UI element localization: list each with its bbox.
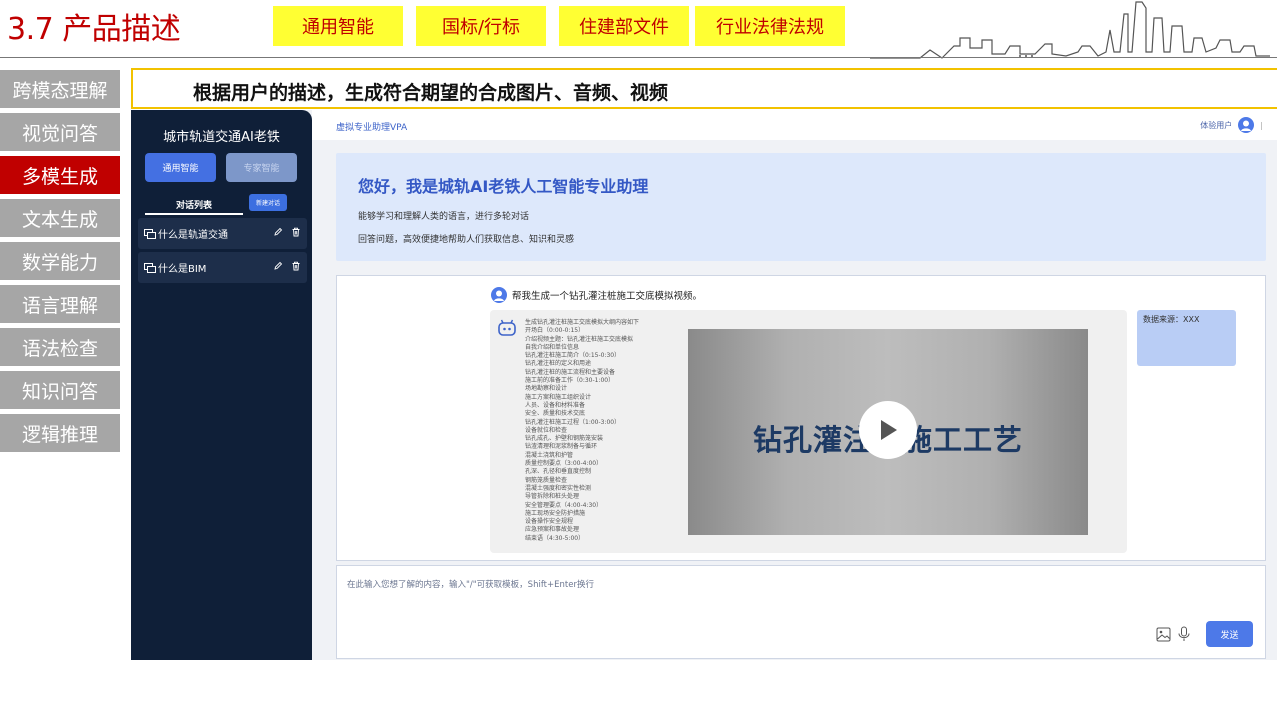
user-question-row: 帮我生成一个钻孔灌注桩施工交底模拟视频。 [491, 287, 702, 303]
image-upload-icon[interactable] [1156, 627, 1171, 642]
conversation-title: 什么是BIM [158, 264, 207, 275]
edit-icon[interactable] [273, 227, 283, 237]
user-label: 体验用户 [1200, 120, 1233, 130]
outline-line: 钢筋笼质量检查 [525, 476, 568, 484]
page-title: 3.7 产品描述 [7, 12, 181, 47]
data-source-card: 数据来源：XXX [1137, 310, 1236, 366]
welcome-line-1: 能够学习和理解人类的语言，进行多轮对话 [358, 212, 530, 222]
welcome-card: 您好，我是城轨AI老铁人工智能专业助理 能够学习和理解人类的语言，进行多轮对话 … [336, 153, 1266, 261]
trash-icon[interactable] [291, 227, 301, 237]
new-chat-button[interactable]: 新建对话 [249, 194, 287, 211]
welcome-line-2: 回答问题，高效便捷地帮助人们获取信息、知识和灵感 [358, 235, 575, 245]
outline-line: 安全、质量和技术交底 [525, 410, 586, 418]
user-menu[interactable]: 体验用户 | [1200, 117, 1263, 133]
app-screenshot: 城市轨道交通AI老铁 通用智能 专家智能 对话列表 新建对话 什么是轨道交通 什… [131, 110, 1277, 660]
sidebar-item-text-generation[interactable]: 文本生成 [0, 199, 120, 237]
play-button[interactable] [859, 401, 917, 459]
app-topbar: 虚拟专业助理VPA 体验用户 | [312, 110, 1277, 140]
user-avatar-icon [491, 287, 507, 303]
mode-general-button[interactable]: 通用智能 [145, 153, 216, 182]
chat-area: 帮我生成一个钻孔灌注桩施工交底模拟视频。 生成钻孔灌注桩施工交底模拟大纲内容如下… [336, 275, 1266, 561]
tag-ministry-docs[interactable]: 住建部文件 [559, 6, 689, 46]
sidebar-item-visual-qa[interactable]: 视觉问答 [0, 113, 120, 151]
sidebar-item-cross-modal[interactable]: 跨模态理解 [0, 70, 120, 108]
divider-bar: | [1260, 120, 1263, 130]
mode-expert-button[interactable]: 专家智能 [226, 153, 297, 182]
outline-line: 钻孔灌注桩的定义和用途 [525, 360, 592, 368]
sidebar-item-knowledge-qa[interactable]: 知识问答 [0, 371, 120, 409]
tag-national-standard[interactable]: 国标/行标 [416, 6, 546, 46]
panel-title: 城市轨道交通AI老铁 [163, 130, 280, 145]
outline-line: 钻渣清理和泥浆制备与循环 [525, 443, 598, 451]
outline-line: 施工方案和施工组织设计 [525, 393, 592, 401]
input-placeholder: 在此输入您想了解的内容，输入"/"可获取模板，Shift+Enter换行 [347, 580, 594, 590]
sidebar-item-math[interactable]: 数学能力 [0, 242, 120, 280]
conversation-panel: 城市轨道交通AI老铁 通用智能 专家智能 对话列表 新建对话 什么是轨道交通 什… [131, 110, 312, 660]
outline-line: 自我介绍和单位信息 [525, 343, 580, 351]
tab-underline [145, 213, 243, 215]
outline-line: 应急预案和事故处理 [525, 526, 580, 534]
sidebar-item-multimodal-generation[interactable]: 多模生成 [0, 156, 120, 194]
tab-conversation-list[interactable]: 对话列表 [145, 198, 243, 211]
answer-outline: 生成钻孔灌注桩施工交底模拟大纲内容如下 开场白（0:00-0:15） 介绍视频主题：… [525, 319, 675, 543]
outline-line: 介绍视频主题：钻孔灌注桩施工交底模拟 [525, 335, 634, 343]
outline-line: 安全管理要点（4:00-4:30） [525, 501, 603, 509]
conversation-item[interactable]: 什么是BIM [138, 252, 307, 283]
edit-icon[interactable] [273, 261, 283, 271]
welcome-title: 您好，我是城轨AI老铁人工智能专业助理 [358, 177, 649, 196]
tag-general-ai[interactable]: 通用智能 [273, 6, 403, 46]
outline-line: 开场白（0:00-0:15） [525, 327, 585, 335]
robot-icon [498, 319, 516, 336]
video-player[interactable]: 钻孔灌注桩施工工艺 [688, 329, 1088, 535]
conversation-title: 什么是轨道交通 [158, 230, 228, 241]
sidebar-item-grammar-check[interactable]: 语法检查 [0, 328, 120, 366]
header-divider [0, 57, 1277, 58]
chat-input[interactable]: 在此输入您想了解的内容，输入"/"可获取模板，Shift+Enter换行 发送 [336, 565, 1266, 659]
subtitle: 根据用户的描述，生成符合期望的合成图片、音频、视频 [193, 82, 669, 104]
tag-industry-law[interactable]: 行业法律法规 [695, 6, 845, 46]
outline-line: 设备就位和检查 [525, 426, 568, 434]
outline-line: 钻孔灌注桩的施工流程和主要设备 [525, 368, 616, 376]
sidebar-item-language-understanding[interactable]: 语言理解 [0, 285, 120, 323]
outline-line: 施工现场安全防护措施 [525, 509, 586, 517]
outline-line: 场地勘察和设计 [525, 385, 568, 393]
outline-line: 导管拆除和桩头处理 [525, 493, 580, 501]
outline-line: 钻孔灌注桩施工过程（1:00-3:00） [525, 418, 621, 426]
trash-icon[interactable] [291, 261, 301, 271]
conversation-item[interactable]: 什么是轨道交通 [138, 218, 307, 249]
input-tools: 发送 [1156, 621, 1253, 647]
city-skyline-decoration [870, 1, 1270, 59]
outline-line: 孔深、孔径和垂直度控制 [525, 468, 592, 476]
outline-line: 混凝土浇筑和护管 [525, 451, 574, 459]
chat-bubble-icon [144, 228, 156, 239]
outline-line: 结束语（4:30-5:00） [525, 534, 585, 542]
user-question: 帮我生成一个钻孔灌注桩施工交底模拟视频。 [512, 291, 703, 302]
brand-label: 虚拟专业助理VPA [336, 123, 408, 133]
sidebar-item-logic-reasoning[interactable]: 逻辑推理 [0, 414, 120, 452]
play-icon [881, 420, 897, 440]
avatar-icon [1238, 117, 1255, 133]
outline-line: 混凝土强度和密实性检测 [525, 484, 592, 492]
send-button[interactable]: 发送 [1206, 621, 1253, 647]
subtitle-box: 根据用户的描述，生成符合期望的合成图片、音频、视频 [131, 68, 1277, 109]
chat-bubble-icon [144, 262, 156, 273]
microphone-icon[interactable] [1178, 626, 1190, 642]
